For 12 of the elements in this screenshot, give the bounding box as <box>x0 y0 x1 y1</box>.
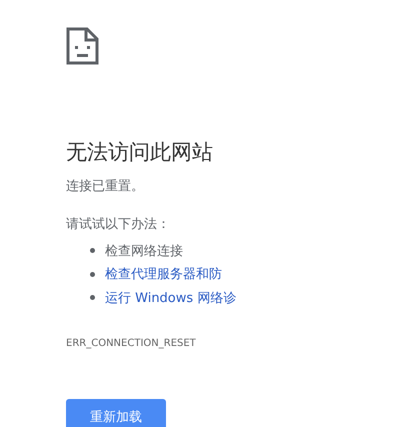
suggestion-link[interactable]: 运行 Windows 网络诊 <box>105 288 236 307</box>
bullet-icon <box>90 295 95 300</box>
suggestions-intro: 请试试以下办法： <box>66 216 170 234</box>
error-code: ERR_CONNECTION_RESET <box>66 338 196 348</box>
bullet-icon <box>90 248 95 254</box>
suggestion-text: 检查网络连接 <box>105 242 183 260</box>
sad-page-icon <box>66 27 99 65</box>
suggestion-link[interactable]: 检查代理服务器和防 <box>105 265 222 284</box>
error-heading: 无法访问此网站 <box>66 139 213 166</box>
reload-button[interactable]: 重新加载 <box>66 398 166 427</box>
error-message: 连接已重置。 <box>66 178 144 196</box>
bullet-icon <box>90 272 95 277</box>
